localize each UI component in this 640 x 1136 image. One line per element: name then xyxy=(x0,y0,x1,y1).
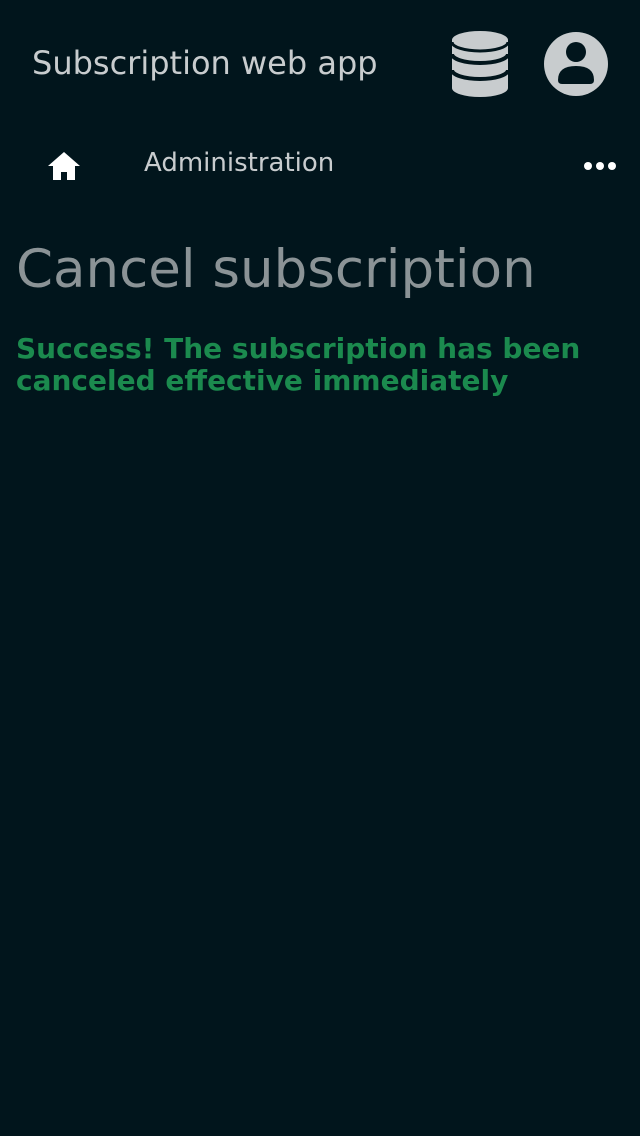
home-button[interactable] xyxy=(42,146,86,186)
app-header: Subscription web app xyxy=(0,0,640,128)
page-title: Cancel subscription xyxy=(16,239,536,300)
database-button[interactable] xyxy=(448,30,512,98)
more-horizontal-icon xyxy=(584,162,616,170)
success-message: Success! The subscription has been cance… xyxy=(16,332,581,397)
account-circle-icon xyxy=(544,32,608,96)
home-icon xyxy=(48,152,80,180)
database-icon xyxy=(450,31,510,97)
app-title: Subscription web app xyxy=(32,44,378,82)
nav-bar: Administration xyxy=(0,128,640,204)
nav-item-administration[interactable]: Administration xyxy=(144,146,334,180)
account-button[interactable] xyxy=(542,30,610,98)
page: Subscription web app Administration Canc… xyxy=(0,0,640,1136)
more-button[interactable] xyxy=(578,148,622,184)
